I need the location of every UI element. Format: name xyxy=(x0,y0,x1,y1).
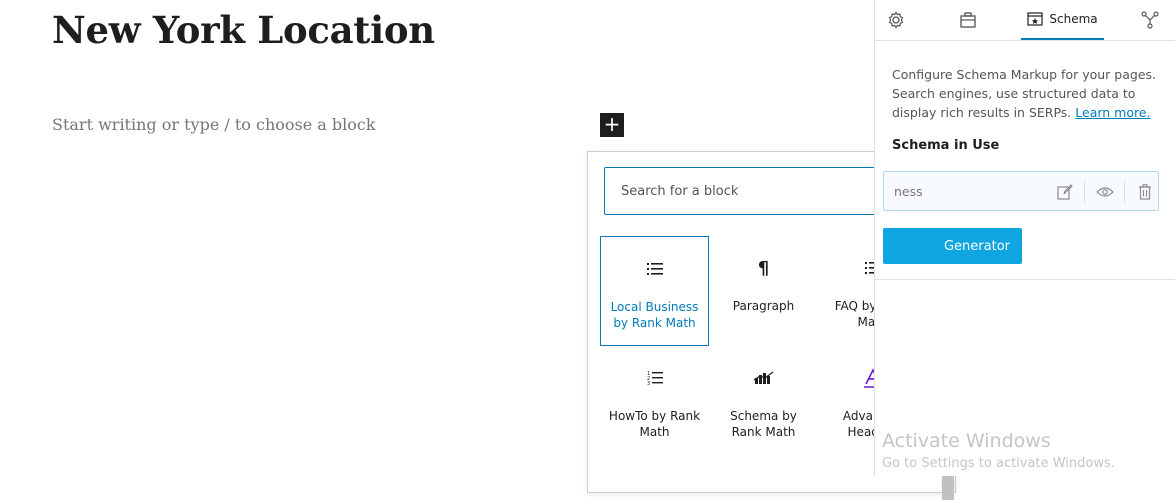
rank-math-sidebar: Schema Configure Schema Markup for your … xyxy=(874,0,1175,476)
briefcase-icon xyxy=(960,12,976,28)
add-block-button[interactable]: + xyxy=(600,113,624,137)
schema-icon xyxy=(1027,12,1043,26)
tab-general[interactable] xyxy=(875,0,917,40)
list-icon xyxy=(601,257,708,281)
schema-description: Configure Schema Markup for your pages. … xyxy=(892,65,1167,122)
block-local-business[interactable]: Local Business by Rank Math xyxy=(600,236,709,346)
learn-more-link[interactable]: Learn more. xyxy=(1075,105,1150,120)
trash-icon[interactable] xyxy=(1136,183,1154,201)
tab-schema[interactable]: Schema xyxy=(1021,0,1104,40)
block-paragraph[interactable]: ¶ Paragraph xyxy=(709,236,818,346)
block-placeholder[interactable]: Start writing or type / to choose a bloc… xyxy=(52,115,376,134)
schema-panel: Configure Schema Markup for your pages. … xyxy=(875,41,1175,280)
block-label: Schema by Rank Math xyxy=(730,409,797,439)
sidebar-tabs: Schema xyxy=(875,0,1175,41)
activate-windows-subtitle: Go to Settings to activate Windows. xyxy=(882,456,1115,471)
post-title[interactable]: New York Location xyxy=(52,8,435,52)
schema-in-use-heading: Schema in Use xyxy=(892,138,1000,153)
block-search-input[interactable] xyxy=(605,168,893,215)
divider xyxy=(1124,180,1125,204)
pilcrow-icon: ¶ xyxy=(757,257,770,279)
divider xyxy=(1084,180,1085,204)
schema-item-row[interactable]: ness xyxy=(883,171,1159,211)
schema-item-name: ness xyxy=(894,184,923,199)
block-howto[interactable]: 123 HowTo by Rank Math xyxy=(600,346,709,456)
gear-icon xyxy=(888,11,904,29)
tab-advanced[interactable] xyxy=(947,0,989,40)
schema-generator-button[interactable]: Generator xyxy=(883,228,1022,264)
activate-windows-title: Activate Windows xyxy=(882,430,1051,452)
eye-icon[interactable] xyxy=(1096,183,1114,201)
social-share-icon xyxy=(1141,11,1159,29)
editor-canvas[interactable]: New York Location Start writing or type … xyxy=(0,0,956,500)
block-label: Local Business by Rank Math xyxy=(610,300,699,330)
schema-chart-icon xyxy=(709,366,818,390)
block-schema[interactable]: Schema by Rank Math xyxy=(709,346,818,456)
tab-schema-label: Schema xyxy=(1049,12,1098,26)
block-label: HowTo by Rank Math xyxy=(608,409,701,439)
tab-social[interactable] xyxy=(1129,0,1171,40)
ordered-list-icon: 123 xyxy=(600,366,709,390)
edit-icon[interactable] xyxy=(1056,183,1074,201)
block-label: Paragraph xyxy=(732,299,795,313)
svg-text:3: 3 xyxy=(647,381,650,386)
